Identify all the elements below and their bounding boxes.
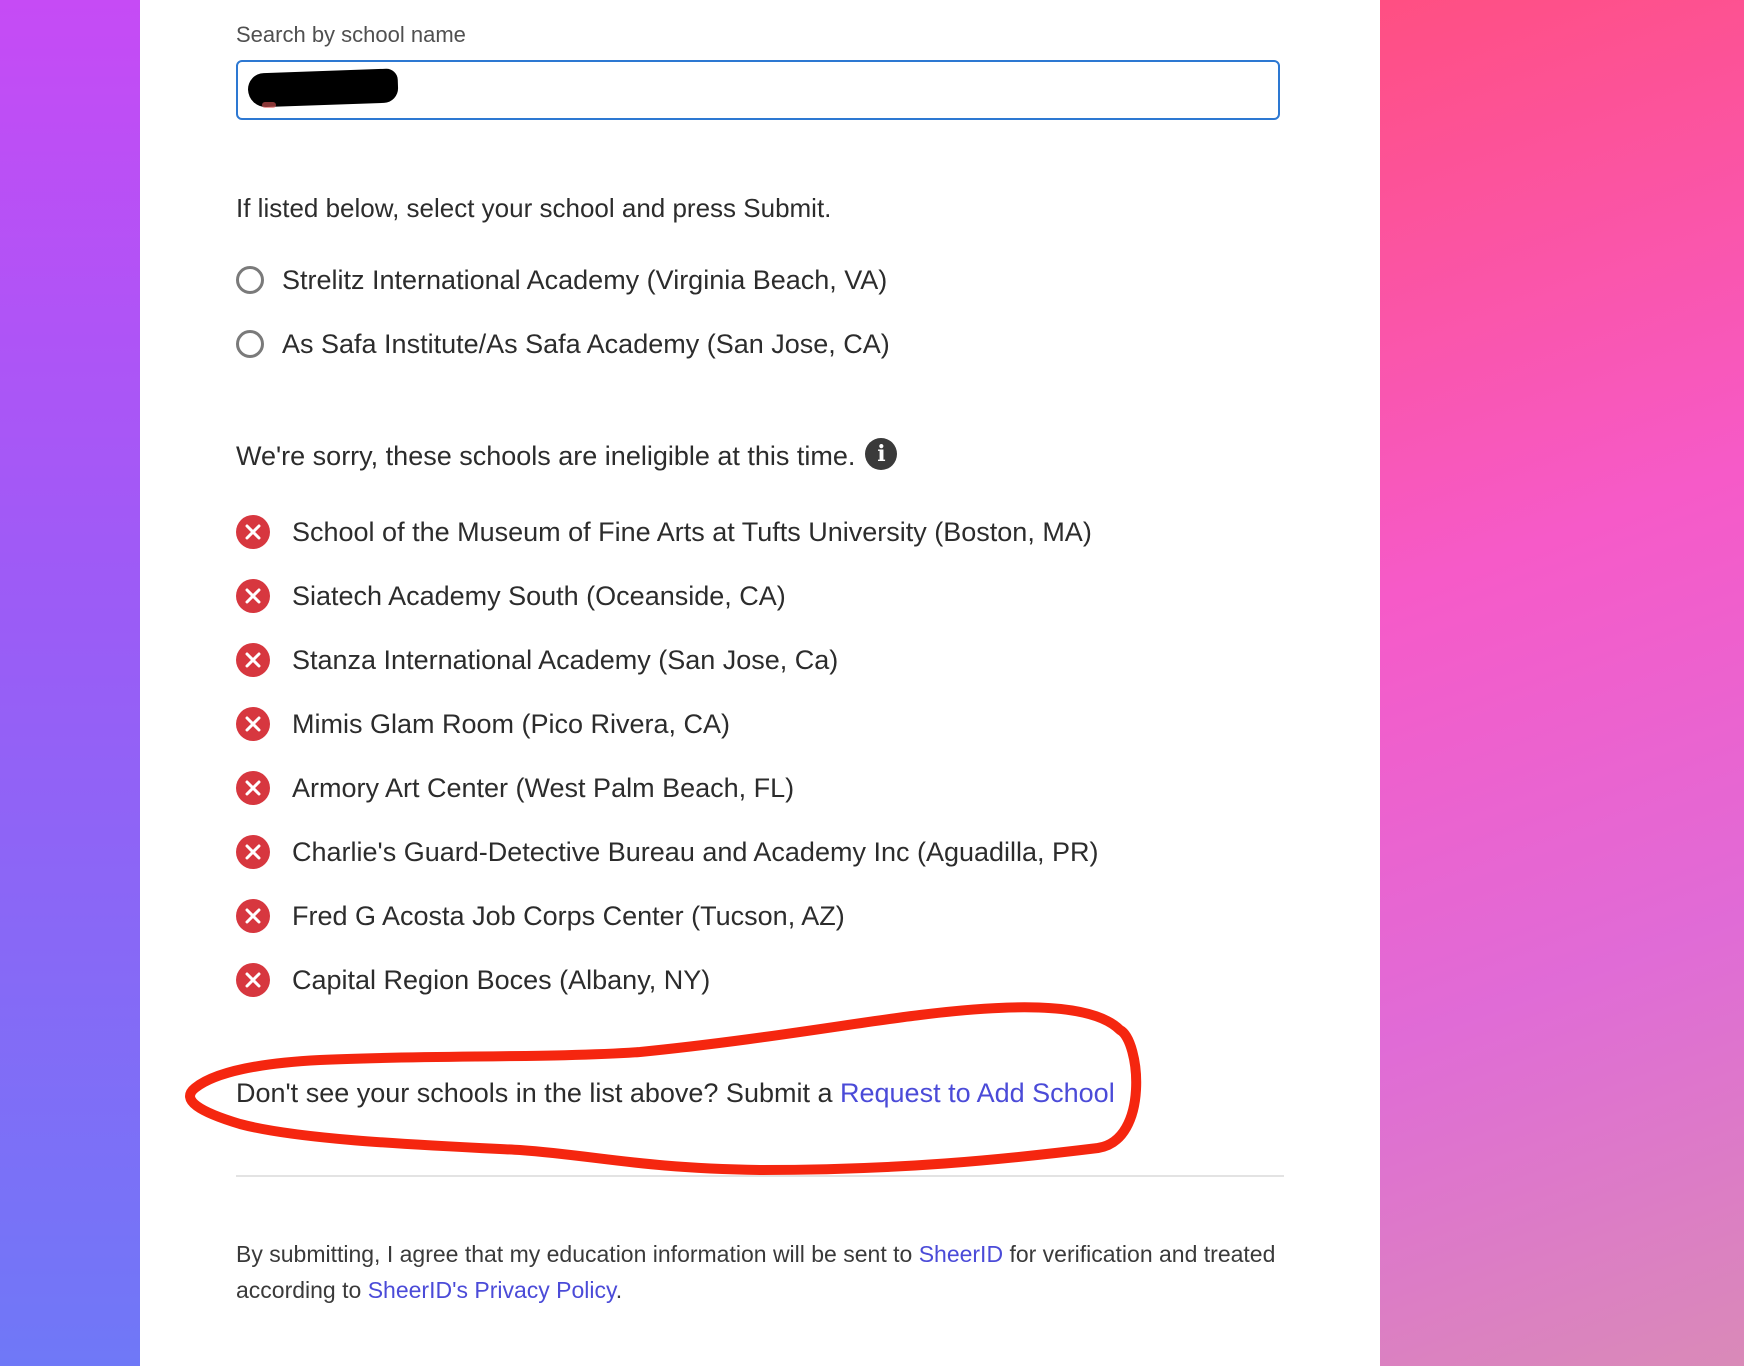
- sheerid-link[interactable]: SheerID: [919, 1241, 1003, 1267]
- form-panel: Search by school name If listed below, s…: [140, 0, 1380, 1366]
- error-x-icon: [236, 579, 270, 613]
- ineligible-school: Charlie's Guard-Detective Bureau and Aca…: [236, 832, 1099, 872]
- ineligible-heading-text: We're sorry, these schools are ineligibl…: [236, 441, 856, 471]
- school-search-input[interactable]: [236, 60, 1282, 120]
- radio-button[interactable]: [236, 330, 264, 358]
- ineligible-school: Fred G Acosta Job Corps Center (Tucson, …: [236, 896, 845, 936]
- divider: [236, 1175, 1284, 1177]
- background-right-gradient: [1380, 0, 1744, 1366]
- error-x-icon: [236, 515, 270, 549]
- school-option[interactable]: Strelitz International Academy (Virginia…: [236, 260, 887, 300]
- error-x-icon: [236, 899, 270, 933]
- school-option-label: As Safa Institute/As Safa Academy (San J…: [282, 328, 890, 359]
- ineligible-school: Armory Art Center (West Palm Beach, FL): [236, 768, 794, 808]
- ineligible-school: Capital Region Boces (Albany, NY): [236, 960, 710, 1000]
- school-option-label: Strelitz International Academy (Virginia…: [282, 264, 888, 295]
- ineligible-school: Mimis Glam Room (Pico Rivera, CA): [236, 704, 730, 744]
- ineligible-heading: We're sorry, these schools are ineligibl…: [236, 437, 898, 472]
- select-school-prompt: If listed below, select your school and …: [236, 193, 832, 223]
- legal-text-part3: .: [615, 1277, 623, 1303]
- ineligible-school-label: School of the Museum of Fine Arts at Tuf…: [292, 516, 1092, 547]
- ineligible-school-label: Armory Art Center (West Palm Beach, FL): [292, 772, 795, 803]
- text-fragment: [262, 102, 276, 108]
- legal-text-part1: By submitting, I agree that my education…: [236, 1241, 913, 1267]
- background-left-gradient: [0, 0, 140, 1366]
- radio-button[interactable]: [236, 266, 264, 294]
- legal-notice: By submitting, I agree that my education…: [236, 1236, 1284, 1308]
- ineligible-school-label: Stanza International Academy (San Jose, …: [292, 644, 839, 675]
- school-option[interactable]: As Safa Institute/As Safa Academy (San J…: [236, 324, 890, 364]
- error-x-icon: [236, 771, 270, 805]
- error-x-icon: [236, 835, 270, 869]
- request-add-school-row: Don't see your schools in the list above…: [236, 1078, 1115, 1109]
- request-text: Don't see your schools in the list above…: [236, 1078, 833, 1108]
- info-icon[interactable]: i: [865, 437, 898, 470]
- ineligible-school-label: Siatech Academy South (Oceanside, CA): [292, 580, 786, 611]
- ineligible-school: Siatech Academy South (Oceanside, CA): [236, 576, 786, 616]
- ineligible-school-label: Fred G Acosta Job Corps Center (Tucson, …: [292, 900, 845, 931]
- request-to-add-school-link[interactable]: Request to Add School: [840, 1078, 1115, 1108]
- ineligible-school-label: Capital Region Boces (Albany, NY): [292, 964, 711, 995]
- ineligible-school-label: Charlie's Guard-Detective Bureau and Aca…: [292, 836, 1099, 867]
- ineligible-school: School of the Museum of Fine Arts at Tuf…: [236, 512, 1092, 552]
- ineligible-school-label: Mimis Glam Room (Pico Rivera, CA): [292, 708, 731, 739]
- privacy-policy-link[interactable]: SheerID's Privacy Policy: [368, 1277, 616, 1303]
- error-x-icon: [236, 963, 270, 997]
- error-x-icon: [236, 643, 270, 677]
- search-label: Search by school name: [236, 22, 466, 47]
- ineligible-school: Stanza International Academy (San Jose, …: [236, 640, 838, 680]
- error-x-icon: [236, 707, 270, 741]
